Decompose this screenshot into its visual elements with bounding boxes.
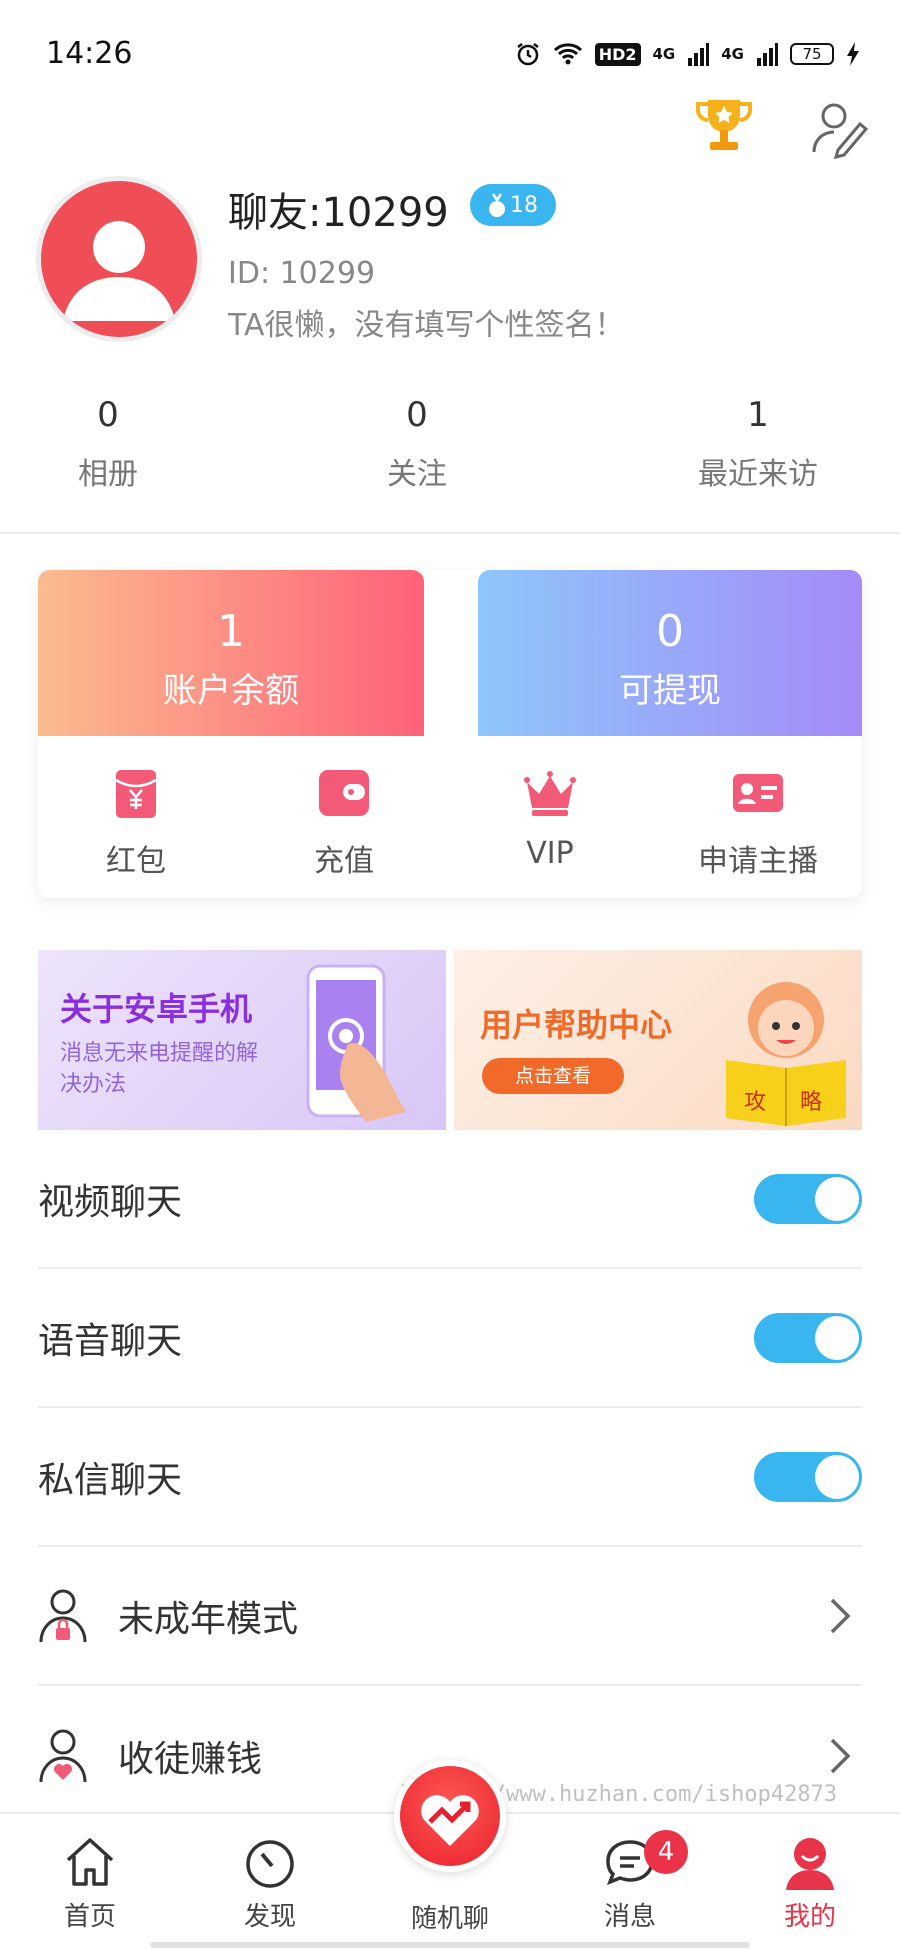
- withdraw-label: 可提现: [619, 671, 721, 711]
- menu-minor-mode[interactable]: 未成年模式: [38, 1547, 862, 1686]
- quick-actions: 红包 充值 VIP 申请主播: [38, 736, 862, 896]
- setting-private-chat-label: 私信聊天: [38, 1459, 183, 1501]
- setting-voice-chat: 语音聊天: [38, 1269, 862, 1408]
- minor-lock-user-icon: [39, 1589, 87, 1642]
- wallet-icon: [319, 770, 369, 816]
- alarm-icon: [516, 43, 539, 66]
- hd-badge: HD2: [594, 42, 641, 66]
- stat-following-value: 0: [406, 395, 428, 435]
- balance-value: 1: [217, 606, 245, 657]
- network-4g-label: 4G: [652, 45, 676, 63]
- withdraw-value: 0: [656, 606, 684, 657]
- action-recharge[interactable]: 充值: [264, 766, 424, 880]
- setting-voice-chat-label: 语音聊天: [38, 1320, 183, 1362]
- heart-user-icon: [39, 1729, 87, 1782]
- stats-row: 0 相册 0 关注 1 最近来访: [0, 395, 900, 505]
- banner-android-subtitle: 消息无来电提醒的解决办法: [60, 1041, 259, 1097]
- kid-reading-illustration-icon: [726, 982, 846, 1126]
- tab-discover-label: 发现: [243, 1902, 296, 1932]
- tab-discover[interactable]: 发现: [210, 1834, 330, 1933]
- banner-help-button[interactable]: 点击查看: [482, 1058, 624, 1094]
- random-chat-button[interactable]: [394, 1760, 506, 1872]
- banner-help-book-left: 攻: [744, 1090, 767, 1115]
- heart-random-icon: [421, 1795, 479, 1846]
- banner-android-tips[interactable]: 关于安卓手机 消息无来电提醒的解决办法: [38, 950, 446, 1130]
- signature: TA很懒，没有填写个性签名！: [228, 308, 625, 343]
- level-icon: [489, 193, 505, 217]
- toggle-knob: [815, 1315, 859, 1360]
- user-id: ID: 10299: [228, 256, 376, 291]
- menu-minor-mode-label: 未成年模式: [118, 1598, 299, 1640]
- stat-album-label: 相册: [78, 457, 138, 492]
- tab-home[interactable]: 首页: [30, 1834, 150, 1933]
- compass-icon: [246, 1840, 294, 1888]
- signal-icon: [688, 43, 710, 66]
- network-4g-label-2: 4G: [721, 45, 744, 63]
- home-icon: [66, 1838, 114, 1886]
- banner-android-title: 关于安卓手机: [60, 990, 253, 1028]
- tab-messages-label: 消息: [603, 1902, 656, 1932]
- trophy-icon[interactable]: [690, 92, 758, 160]
- edit-profile-icon[interactable]: [808, 96, 872, 160]
- toggle-knob: [815, 1454, 859, 1499]
- setting-video-chat-label: 视频聊天: [38, 1181, 183, 1223]
- avatar[interactable]: [36, 176, 202, 342]
- stat-album-value: 0: [97, 395, 119, 435]
- messages-unread-badge: 4: [644, 1830, 688, 1874]
- stat-visitors-label: 最近来访: [698, 457, 818, 492]
- crown-icon: [524, 771, 576, 816]
- action-apply-host-label: 申请主播: [698, 844, 818, 879]
- action-recharge-label: 充值: [314, 844, 374, 879]
- action-apply-host[interactable]: 申请主播: [678, 766, 838, 880]
- wifi-icon: [553, 43, 582, 65]
- status-icons: HD2 4G 4G 75: [515, 38, 860, 70]
- default-avatar-icon: [63, 221, 175, 321]
- setting-private-chat: 私信聊天: [38, 1408, 862, 1547]
- balance-label: 账户余额: [163, 671, 299, 711]
- private-chat-toggle[interactable]: [754, 1451, 862, 1502]
- banner-help-title: 用户帮助中心: [480, 1006, 673, 1044]
- status-time: 14:26: [46, 36, 133, 71]
- stat-album[interactable]: 0 相册: [28, 395, 188, 493]
- action-vip[interactable]: VIP: [470, 766, 630, 871]
- tab-random-chat-label: 随机聊: [410, 1904, 489, 1934]
- battery-indicator: 75: [790, 43, 834, 65]
- banner-help-center[interactable]: 用户帮助中心 点击查看 攻 略: [454, 950, 862, 1130]
- level-value: 18: [510, 192, 538, 218]
- status-bar: 14:26 HD2 4G 4G 75: [0, 0, 900, 110]
- action-red-packet[interactable]: 红包: [56, 766, 216, 880]
- banner-help-book-right: 略: [800, 1090, 823, 1115]
- home-indicator: [150, 1942, 750, 1948]
- toggle-knob: [815, 1176, 859, 1221]
- section-divider: [0, 532, 900, 534]
- chevron-right-icon: [830, 1738, 851, 1773]
- tab-home-label: 首页: [63, 1902, 116, 1932]
- video-chat-toggle[interactable]: [754, 1173, 862, 1224]
- voice-chat-toggle[interactable]: [754, 1312, 862, 1363]
- stat-visitors-value: 1: [747, 395, 769, 435]
- stat-following-label: 关注: [387, 457, 447, 492]
- chevron-right-icon: [830, 1598, 851, 1633]
- level-badge: 18: [470, 184, 556, 226]
- signal-icon-2: [757, 43, 778, 66]
- setting-video-chat: 视频聊天: [38, 1130, 862, 1269]
- withdraw-box[interactable]: 0 可提现: [478, 570, 862, 736]
- profile-icon: [786, 1838, 834, 1890]
- charging-icon: [847, 42, 859, 66]
- id-card-icon: [733, 774, 783, 812]
- action-red-packet-label: 红包: [106, 844, 166, 879]
- menu-recruit-label: 收徒赚钱: [118, 1738, 263, 1780]
- phone-illustration-icon: [306, 964, 406, 1122]
- action-vip-label: VIP: [526, 836, 574, 871]
- tab-mine-label: 我的: [783, 1902, 836, 1932]
- stat-following[interactable]: 0 关注: [337, 395, 497, 493]
- balance-box[interactable]: 1 账户余额: [38, 570, 424, 736]
- stat-recent-visitors[interactable]: 1 最近来访: [678, 395, 838, 493]
- nickname: 聊友:10299: [228, 190, 449, 236]
- red-packet-icon: [115, 770, 157, 818]
- tab-mine[interactable]: 我的: [750, 1834, 870, 1933]
